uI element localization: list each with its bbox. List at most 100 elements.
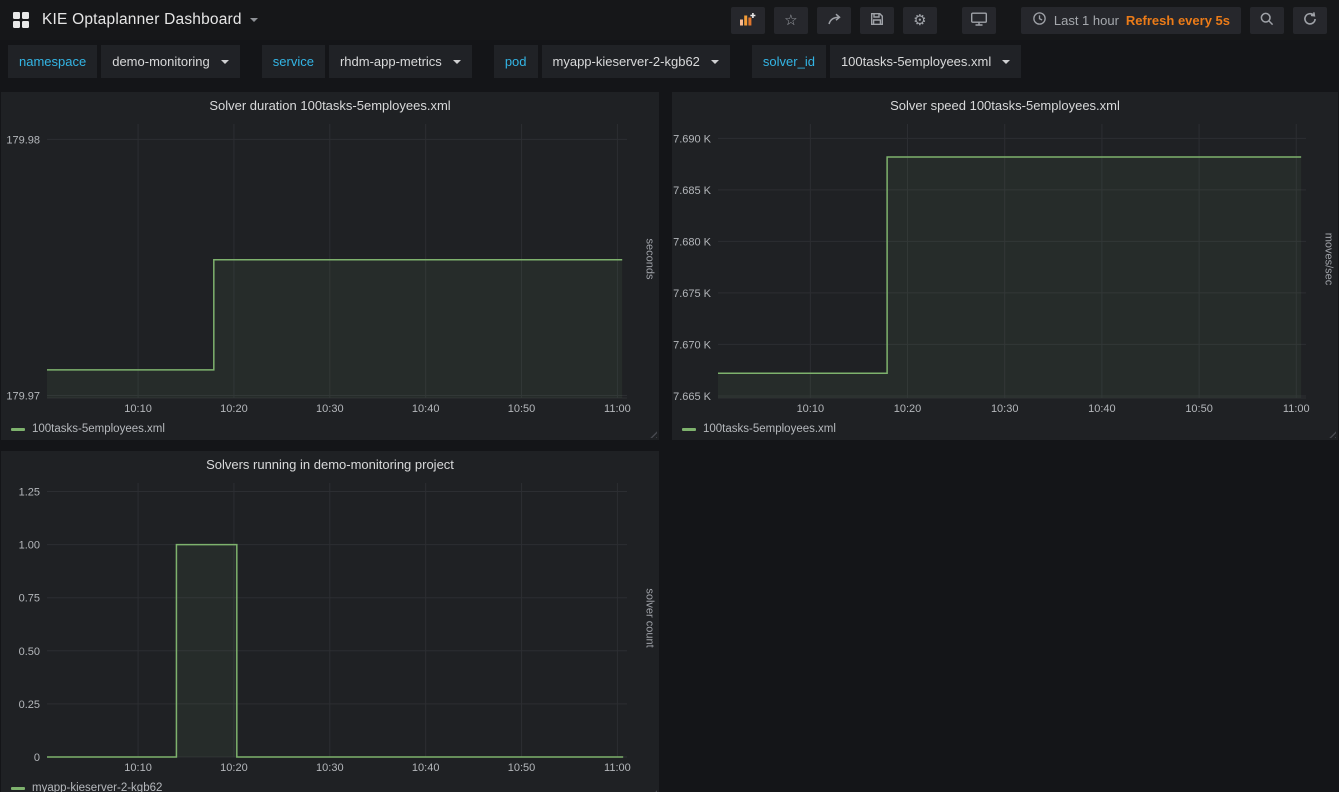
svg-text:7.690 K: 7.690 K bbox=[673, 133, 712, 145]
panel-solvers-running: Solvers running in demo-monitoring proje… bbox=[1, 451, 659, 792]
chart-area: 10:10 10:20 10:30 10:40 10:50 11:00 179.97 179.… bbox=[1, 118, 659, 418]
svg-text:10:40: 10:40 bbox=[412, 403, 440, 415]
chevron-down-icon bbox=[250, 18, 258, 22]
legend: myapp-kieserver-2-kgb62 bbox=[1, 777, 659, 792]
svg-text:10:50: 10:50 bbox=[1185, 403, 1213, 415]
chevron-down-icon bbox=[1002, 60, 1010, 64]
variable-value: demo-monitoring bbox=[112, 54, 210, 69]
solvers-running-chart[interactable]: 10:10 10:20 10:30 10:40 10:50 11:00 0 0.25 0.50 0… bbox=[1, 477, 659, 777]
variable-label: namespace bbox=[8, 45, 97, 78]
add-panel-button[interactable] bbox=[731, 7, 765, 34]
star-icon: ☆ bbox=[784, 13, 797, 28]
time-range-label: Last 1 hour bbox=[1054, 13, 1119, 28]
panel-header[interactable]: Solvers running in demo-monitoring proje… bbox=[1, 451, 659, 477]
time-range-picker[interactable]: Last 1 hour Refresh every 5s bbox=[1021, 7, 1241, 34]
chart-area: 10:10 10:20 10:30 10:40 10:50 11:00 7.665 K 7.6… bbox=[672, 118, 1338, 418]
variable-solver-id: solver_id 100tasks-5employees.xml bbox=[752, 45, 1021, 78]
clock-icon bbox=[1032, 11, 1047, 29]
svg-text:7.670 K: 7.670 K bbox=[673, 339, 712, 351]
panel-title: Solver duration 100tasks-5employees.xml bbox=[209, 98, 450, 113]
variable-namespace-dropdown[interactable]: demo-monitoring bbox=[101, 45, 240, 78]
svg-text:10:50: 10:50 bbox=[508, 403, 536, 415]
legend-item[interactable]: 100tasks-5employees.xml bbox=[703, 423, 836, 435]
variable-pod-dropdown[interactable]: myapp-kieserver-2-kgb62 bbox=[542, 45, 730, 78]
svg-text:10:40: 10:40 bbox=[1088, 403, 1116, 415]
svg-text:1.25: 1.25 bbox=[19, 486, 40, 498]
variable-namespace: namespace demo-monitoring bbox=[8, 45, 240, 78]
navbar-left: KIE Optaplanner Dashboard bbox=[12, 11, 258, 29]
solver-speed-chart[interactable]: 10:10 10:20 10:30 10:40 10:50 11:00 7.665 K 7.6… bbox=[672, 118, 1338, 418]
magnifier-icon bbox=[1259, 11, 1275, 30]
chart-area: 10:10 10:20 10:30 10:40 10:50 11:00 0 0.25 0.50 0… bbox=[1, 477, 659, 777]
svg-text:10:10: 10:10 bbox=[797, 403, 825, 415]
refresh-button[interactable] bbox=[1293, 7, 1327, 34]
svg-text:1.00: 1.00 bbox=[19, 540, 40, 552]
add-panel-icon bbox=[739, 11, 756, 30]
chevron-down-icon bbox=[711, 60, 719, 64]
panel-header[interactable]: Solver speed 100tasks-5employees.xml bbox=[672, 92, 1338, 118]
svg-text:10:50: 10:50 bbox=[508, 762, 536, 774]
svg-text:179.98: 179.98 bbox=[6, 134, 40, 146]
legend-item[interactable]: 100tasks-5employees.xml bbox=[32, 423, 165, 435]
zoom-out-button[interactable] bbox=[1250, 7, 1284, 34]
variable-solver-id-dropdown[interactable]: 100tasks-5employees.xml bbox=[830, 45, 1021, 78]
variable-value: myapp-kieserver-2-kgb62 bbox=[553, 54, 700, 69]
dashboard-title-dropdown[interactable]: KIE Optaplanner Dashboard bbox=[42, 11, 258, 29]
svg-text:10:10: 10:10 bbox=[124, 762, 152, 774]
svg-text:10:20: 10:20 bbox=[894, 403, 922, 415]
svg-text:11:00: 11:00 bbox=[1283, 403, 1310, 415]
panel-solver-speed: Solver speed 100tasks-5employees.xml 10:… bbox=[672, 92, 1338, 440]
variable-label: solver_id bbox=[752, 45, 826, 78]
share-dashboard-button[interactable] bbox=[817, 7, 851, 34]
variable-label: pod bbox=[494, 45, 538, 78]
variable-service: service rhdm-app-metrics bbox=[262, 45, 472, 78]
panel-title: Solver speed 100tasks-5employees.xml bbox=[890, 98, 1120, 113]
svg-text:10:10: 10:10 bbox=[124, 403, 152, 415]
star-dashboard-button[interactable]: ☆ bbox=[774, 7, 808, 34]
navbar-actions: ☆ ⚙ bbox=[731, 7, 1327, 34]
refresh-icon bbox=[1302, 11, 1318, 30]
variable-value: 100tasks-5employees.xml bbox=[841, 54, 991, 69]
svg-text:179.97: 179.97 bbox=[6, 390, 40, 402]
variable-pod: pod myapp-kieserver-2-kgb62 bbox=[494, 45, 730, 78]
panel-solver-duration: Solver duration 100tasks-5employees.xml … bbox=[1, 92, 659, 440]
svg-text:0: 0 bbox=[34, 752, 40, 764]
svg-text:10:40: 10:40 bbox=[412, 762, 440, 774]
legend-item[interactable]: myapp-kieserver-2-kgb62 bbox=[32, 782, 162, 792]
chevron-down-icon bbox=[453, 60, 461, 64]
grafana-logo-icon[interactable] bbox=[12, 11, 30, 29]
dashboard-title: KIE Optaplanner Dashboard bbox=[42, 11, 242, 29]
dashboard-settings-button[interactable]: ⚙ bbox=[903, 7, 937, 34]
cycle-view-mode-button[interactable] bbox=[962, 7, 996, 34]
svg-text:7.675 K: 7.675 K bbox=[673, 288, 712, 300]
solver-duration-chart[interactable]: 10:10 10:20 10:30 10:40 10:50 11:00 179.97 179.… bbox=[1, 118, 659, 418]
legend: 100tasks-5employees.xml bbox=[1, 418, 659, 440]
share-icon bbox=[826, 11, 842, 30]
save-dashboard-button[interactable] bbox=[860, 7, 894, 34]
svg-text:10:20: 10:20 bbox=[220, 403, 248, 415]
svg-text:0.25: 0.25 bbox=[19, 699, 40, 711]
monitor-icon bbox=[970, 11, 988, 30]
variable-value: rhdm-app-metrics bbox=[340, 54, 442, 69]
variable-label: service bbox=[262, 45, 325, 78]
variable-service-dropdown[interactable]: rhdm-app-metrics bbox=[329, 45, 472, 78]
panel-header[interactable]: Solver duration 100tasks-5employees.xml bbox=[1, 92, 659, 118]
panel-title: Solvers running in demo-monitoring proje… bbox=[206, 457, 454, 472]
svg-text:0.75: 0.75 bbox=[19, 593, 40, 605]
svg-text:7.685 K: 7.685 K bbox=[673, 185, 712, 197]
refresh-interval-label: Refresh every 5s bbox=[1126, 13, 1230, 28]
svg-text:11:00: 11:00 bbox=[604, 762, 631, 774]
legend-line-icon bbox=[682, 428, 696, 431]
svg-text:10:30: 10:30 bbox=[991, 403, 1019, 415]
template-variables-row: namespace demo-monitoring service rhdm-a… bbox=[8, 45, 1021, 78]
legend-line-icon bbox=[11, 787, 25, 790]
save-icon bbox=[869, 11, 885, 30]
svg-text:7.665 K: 7.665 K bbox=[673, 391, 712, 403]
svg-text:0.50: 0.50 bbox=[19, 646, 40, 658]
gear-icon: ⚙ bbox=[913, 13, 926, 28]
svg-text:7.680 K: 7.680 K bbox=[673, 236, 712, 248]
svg-text:10:30: 10:30 bbox=[316, 403, 344, 415]
svg-text:10:20: 10:20 bbox=[220, 762, 248, 774]
svg-text:10:30: 10:30 bbox=[316, 762, 344, 774]
svg-text:11:00: 11:00 bbox=[604, 403, 631, 415]
